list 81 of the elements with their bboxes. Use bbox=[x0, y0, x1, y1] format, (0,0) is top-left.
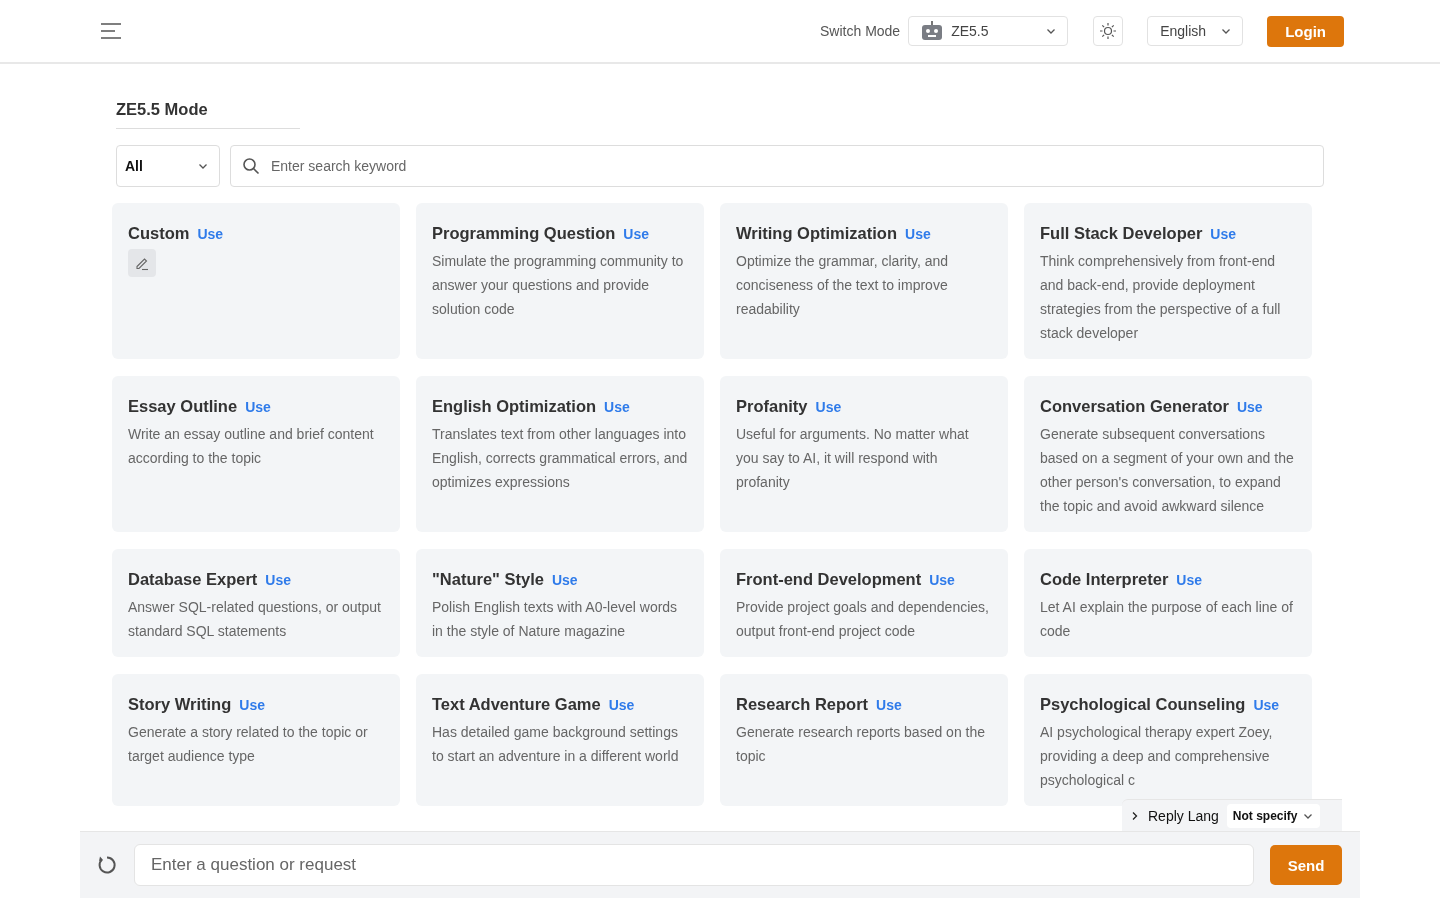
category-select[interactable]: All bbox=[116, 145, 220, 187]
mode-card[interactable]: Essay Outline Use Write an essay outline and brief content according to the topic bbox=[112, 376, 400, 532]
search-field[interactable]: Enter search keyword bbox=[230, 145, 1324, 187]
card-description: Generate subsequent conversations based on a segment of your own and the other person's conversation, to expand the topic and avoid awkward silence bbox=[1040, 425, 1295, 516]
card-title: Profanity bbox=[736, 396, 808, 417]
card-title: Text Adventure Game bbox=[432, 694, 601, 715]
mode-card[interactable]: Conversation Generator Use Generate subsequent conversations based on a segment of your own and the other person's conversation, to expand the topic and avoid awkward silence bbox=[1024, 376, 1312, 532]
card-description: Simulate the programming community to answer your questions and provide solution code bbox=[432, 252, 685, 319]
card-description: Polish English texts with A0-level words in the style of Nature magazine bbox=[432, 598, 679, 641]
card-title: Code Interpreter bbox=[1040, 569, 1169, 590]
card-title: Essay Outline bbox=[128, 396, 238, 417]
theme-toggle-button[interactable] bbox=[1093, 16, 1124, 46]
card-description: Generate a story related to the topic or target audience type bbox=[128, 723, 369, 766]
use-link[interactable]: Use bbox=[905, 226, 931, 242]
use-link[interactable]: Use bbox=[265, 572, 291, 588]
card-description: Optimize the grammar, clarity, and conciseness of the text to improve readability bbox=[736, 252, 950, 319]
card-title: Story Writing bbox=[128, 694, 232, 715]
mode-card[interactable]: Text Adventure Game Use Has detailed game background settings to start an adventure in a different world bbox=[416, 674, 704, 806]
mode-card[interactable]: Story Writing Use Generate a story related to the topic or target audience type bbox=[112, 674, 400, 806]
mode-card[interactable]: Psychological Counseling Use AI psychological therapy expert Zoey, providing a deep and comprehensive psychological c bbox=[1024, 674, 1312, 806]
use-link[interactable]: Use bbox=[1253, 697, 1280, 713]
card-title: Custom bbox=[128, 223, 190, 244]
reply-lang-label: Reply Lang bbox=[1148, 807, 1219, 824]
card-description: AI psychological therapy expert Zoey, providing a deep and comprehensive psychological c bbox=[1040, 723, 1274, 790]
card-title: Conversation Generator bbox=[1040, 396, 1229, 417]
card-description: Answer SQL-related questions, or output standard SQL statements bbox=[128, 598, 382, 641]
language-select[interactable]: English bbox=[1147, 16, 1244, 46]
mode-card[interactable]: Database Expert Use Answer SQL-related questions, or output standard SQL statements bbox=[112, 549, 400, 657]
model-select[interactable]: ZE5.5 bbox=[908, 16, 1069, 46]
use-link[interactable]: Use bbox=[608, 697, 635, 713]
card-description: Write an essay outline and brief content according to the topic bbox=[128, 425, 375, 468]
use-link[interactable]: Use bbox=[551, 572, 578, 588]
refresh-button[interactable] bbox=[96, 854, 118, 876]
use-link[interactable]: Use bbox=[239, 697, 265, 713]
card-title: Front-end Development bbox=[736, 569, 922, 590]
reply-lang-select[interactable]: Not specify bbox=[1226, 803, 1320, 828]
refresh-icon bbox=[96, 854, 118, 876]
mode-card[interactable]: Code Interpreter Use Let AI explain the purpose of each line of code bbox=[1024, 549, 1312, 657]
question-input[interactable]: Enter a question or request bbox=[134, 844, 1254, 886]
card-description: Translates text from other languages into English, corrects grammatical errors, and optimizes expressions bbox=[432, 425, 688, 492]
mode-card[interactable]: Front-end Development Use Provide project goals and dependencies, output front-end project code bbox=[720, 549, 1008, 657]
card-title: Psychological Counseling bbox=[1040, 694, 1246, 715]
use-link[interactable]: Use bbox=[815, 399, 842, 415]
card-description: Let AI explain the purpose of each line of code bbox=[1040, 598, 1294, 641]
use-link[interactable]: Use bbox=[929, 572, 955, 588]
mode-card[interactable]: English Optimization Use Translates text from other languages into English, corrects grammatical errors, and optimizes expressions bbox=[416, 376, 704, 532]
use-link[interactable]: Use bbox=[1210, 226, 1236, 242]
card-description: Has detailed game background settings to start an adventure in a different world bbox=[432, 723, 680, 766]
chevron-right-icon[interactable] bbox=[1130, 809, 1140, 822]
card-title: Programming Question bbox=[432, 223, 616, 244]
use-link[interactable]: Use bbox=[604, 399, 630, 415]
edit-button[interactable] bbox=[128, 249, 156, 277]
card-description: Generate research reports based on the topic bbox=[736, 723, 987, 766]
use-link[interactable]: Use bbox=[197, 226, 224, 242]
robot-icon bbox=[921, 21, 944, 41]
pencil-icon bbox=[134, 255, 150, 271]
mode-card[interactable]: Writing Optimization Use Optimize the grammar, clarity, and conciseness of the text to improve readability bbox=[720, 203, 1008, 359]
mode-card[interactable]: Full Stack Developer Use Think comprehensively from front-end and back-end, provide deployment strategies from the perspective of a full stack developer bbox=[1024, 203, 1312, 359]
card-title: English Optimization bbox=[432, 396, 597, 417]
use-link[interactable]: Use bbox=[245, 399, 271, 415]
switch-mode-label: Switch Mode bbox=[820, 23, 901, 39]
mode-card[interactable]: Profanity Use Useful for arguments. No matter what you say to AI, it will respond with profanity bbox=[720, 376, 1008, 532]
use-link[interactable]: Use bbox=[876, 697, 902, 713]
use-link[interactable]: Use bbox=[1176, 572, 1203, 588]
card-title: "Nature" Style bbox=[432, 569, 544, 590]
card-title: Database Expert bbox=[128, 569, 258, 590]
use-link[interactable]: Use bbox=[623, 226, 650, 242]
mode-card[interactable]: Programming Question Use Simulate the programming community to answer your questions and provide solution code bbox=[416, 203, 704, 359]
use-link[interactable]: Use bbox=[1236, 399, 1263, 415]
sun-icon bbox=[1099, 22, 1118, 40]
card-description: Provide project goals and dependencies, output front-end project code bbox=[736, 598, 990, 641]
mode-card[interactable]: Custom Use bbox=[112, 203, 400, 359]
mode-card[interactable]: "Nature" Style Use Polish English texts with A0-level words in the style of Nature magazine bbox=[416, 549, 704, 657]
page-tab[interactable]: ZE5.5 Mode bbox=[116, 96, 300, 129]
menu-icon[interactable] bbox=[100, 22, 122, 40]
card-description: Think comprehensively from front-end and back-end, provide deployment strategies from the perspective of a full stack developer bbox=[1040, 252, 1282, 343]
card-description: Useful for arguments. No matter what you say to AI, it will respond with profanity bbox=[736, 425, 970, 492]
mode-card[interactable]: Research Report Use Generate research reports based on the topic bbox=[720, 674, 1008, 806]
card-title: Writing Optimization bbox=[736, 223, 897, 244]
card-title: Research Report bbox=[736, 694, 869, 715]
card-title: Full Stack Developer bbox=[1040, 223, 1203, 244]
